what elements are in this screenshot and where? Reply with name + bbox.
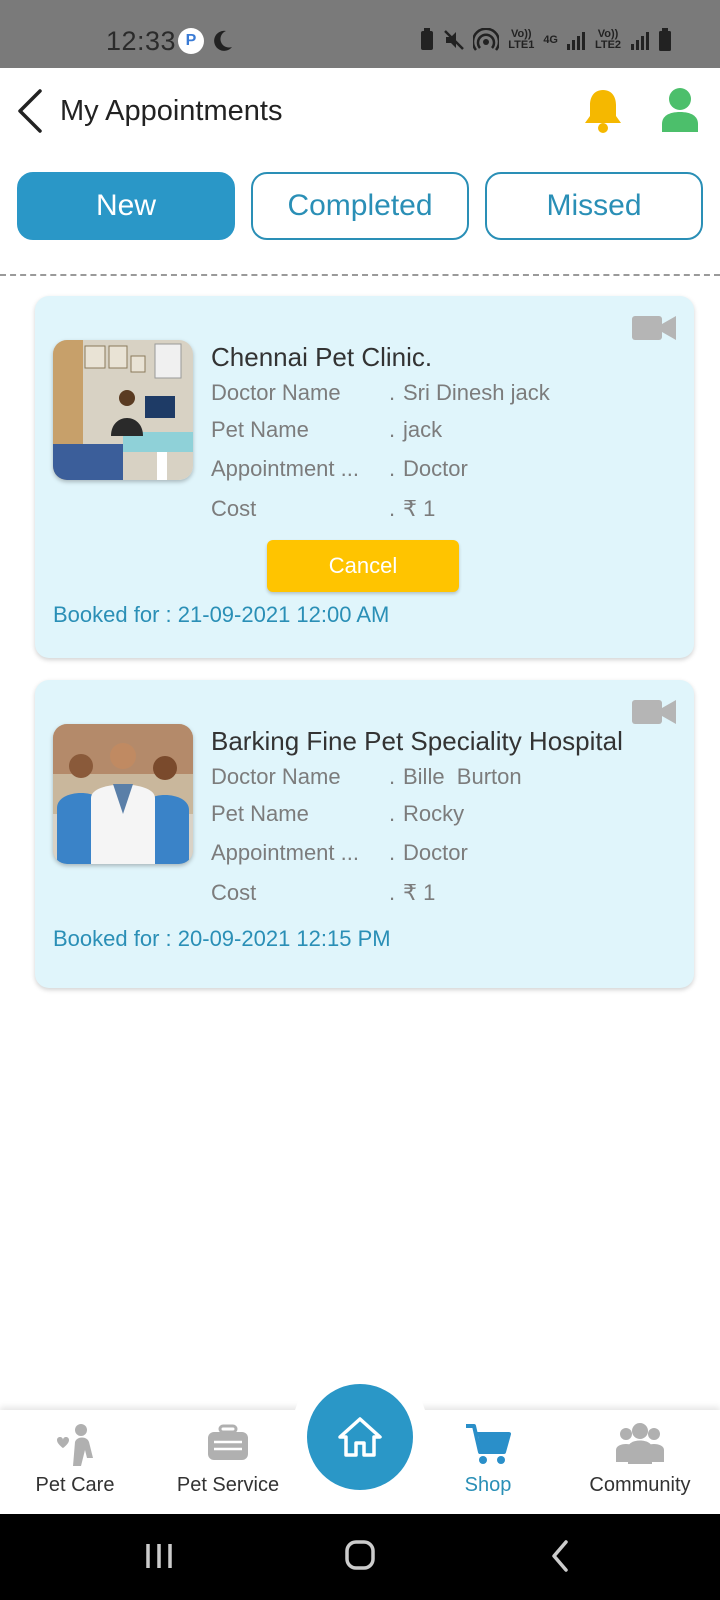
appointment-card[interactable]: Chennai Pet Clinic. Doctor Name . Sri Di… bbox=[35, 296, 694, 658]
detail-label: Cost bbox=[211, 496, 257, 521]
detail-value: Doctor bbox=[403, 456, 468, 481]
home-icon bbox=[338, 1417, 382, 1457]
detail-label: Doctor Name bbox=[211, 764, 341, 789]
detail-label: Appointment ... bbox=[211, 456, 359, 481]
back-system-icon[interactable] bbox=[536, 1534, 586, 1578]
video-call-icon[interactable] bbox=[632, 698, 676, 726]
detail-value: Bille Burton bbox=[403, 764, 522, 789]
status-bar: 12:33 P Vo)) LTE1 4G Vo)) LTE2 bbox=[0, 0, 720, 68]
detail-row-pet: Pet Name . jack bbox=[211, 417, 671, 447]
clinic-name: Barking Fine Pet Speciality Hospital bbox=[211, 726, 623, 756]
detail-label: Pet Name bbox=[211, 417, 309, 442]
booked-for: Booked for : 20-09-2021 12:15 PM bbox=[53, 926, 391, 952]
tab-missed[interactable]: Missed bbox=[485, 172, 703, 240]
network-label-2: 4G bbox=[543, 33, 558, 46]
detail-value: ₹ 1 bbox=[403, 496, 436, 521]
page-title: My Appointments bbox=[60, 95, 283, 127]
detail-value: Sri Dinesh jack bbox=[403, 380, 550, 405]
recent-apps-icon[interactable] bbox=[134, 1534, 184, 1578]
community-icon bbox=[616, 1423, 664, 1464]
booked-datetime: 20-09-2021 12:15 PM bbox=[177, 926, 391, 951]
signal-icon-2 bbox=[631, 32, 649, 50]
booked-for: Booked for : 21-09-2021 12:00 AM bbox=[53, 602, 389, 628]
booked-label: Booked for : bbox=[53, 602, 172, 627]
appointment-card[interactable]: Barking Fine Pet Speciality Hospital Doc… bbox=[35, 680, 694, 988]
video-call-icon[interactable] bbox=[632, 314, 676, 342]
home-button[interactable] bbox=[307, 1384, 413, 1490]
nav-community[interactable]: Community bbox=[570, 1410, 710, 1514]
battery-icon bbox=[659, 28, 671, 51]
do-not-disturb-moon-icon bbox=[214, 30, 232, 51]
detail-row-appointment: Appointment ... . Doctor bbox=[211, 456, 671, 486]
nav-pet-service[interactable]: Pet Service bbox=[158, 1410, 298, 1514]
tab-new[interactable]: New bbox=[17, 172, 235, 240]
detail-separator: . bbox=[389, 840, 396, 865]
detail-value: Rocky bbox=[403, 801, 465, 826]
cart-icon bbox=[466, 1424, 511, 1464]
appointment-tabs: New Completed Missed bbox=[17, 172, 703, 240]
booked-label: Booked for : bbox=[53, 926, 172, 951]
detail-separator: . bbox=[389, 417, 396, 442]
detail-value: ₹ 1 bbox=[403, 880, 436, 905]
nav-pet-care[interactable]: Pet Care bbox=[5, 1410, 145, 1514]
detail-label: Cost bbox=[211, 880, 257, 905]
cancel-button[interactable]: Cancel bbox=[267, 540, 459, 592]
detail-row-appointment: Appointment ... . Doctor bbox=[211, 840, 671, 870]
status-time: 12:33 bbox=[106, 26, 177, 56]
clinic-name: Chennai Pet Clinic. bbox=[211, 342, 433, 372]
detail-separator: . bbox=[389, 764, 396, 789]
tab-completed[interactable]: Completed bbox=[251, 172, 469, 240]
system-navigation-bar bbox=[0, 1514, 720, 1600]
detail-row-cost: Cost . ₹ 1 bbox=[211, 880, 671, 910]
pet-carrier-icon bbox=[208, 1424, 248, 1460]
clinic-photo bbox=[53, 724, 193, 864]
back-arrow-icon[interactable] bbox=[14, 86, 50, 136]
network-label-3: Vo)) LTE2 bbox=[594, 28, 622, 51]
detail-row-pet: Pet Name . Rocky bbox=[211, 801, 671, 831]
detail-separator: . bbox=[389, 380, 396, 405]
pet-care-icon bbox=[57, 1424, 93, 1466]
nav-shop[interactable]: Shop bbox=[418, 1410, 558, 1514]
mute-icon bbox=[444, 30, 465, 50]
nav-label: Shop bbox=[464, 1474, 512, 1496]
nav-label: Pet Care bbox=[35, 1474, 115, 1496]
detail-row-cost: Cost . ₹ 1 bbox=[211, 496, 671, 526]
app-notification-icon: P bbox=[178, 28, 204, 54]
battery-saver-icon bbox=[421, 28, 434, 50]
detail-row-doctor: Doctor Name . Sri Dinesh jack bbox=[211, 380, 671, 410]
nav-label: Pet Service bbox=[176, 1474, 280, 1496]
hotspot-icon bbox=[473, 28, 500, 51]
home-system-icon[interactable] bbox=[335, 1534, 385, 1578]
detail-value: Doctor bbox=[403, 840, 468, 865]
detail-label: Doctor Name bbox=[211, 380, 341, 405]
booked-datetime: 21-09-2021 12:00 AM bbox=[177, 602, 390, 627]
detail-separator: . bbox=[389, 801, 396, 826]
detail-separator: . bbox=[389, 880, 396, 905]
detail-label: Appointment ... bbox=[211, 840, 359, 865]
divider bbox=[0, 274, 720, 276]
detail-row-doctor: Doctor Name . Bille Burton bbox=[211, 764, 671, 794]
user-profile-icon[interactable] bbox=[660, 86, 700, 134]
nav-label: Community bbox=[589, 1474, 691, 1496]
detail-separator: . bbox=[389, 496, 396, 521]
detail-separator: . bbox=[389, 456, 396, 481]
clinic-photo bbox=[53, 340, 193, 480]
detail-label: Pet Name bbox=[211, 801, 309, 826]
app-header: My Appointments bbox=[0, 68, 720, 158]
notification-bell-icon[interactable] bbox=[582, 86, 624, 136]
detail-value: jack bbox=[403, 417, 443, 442]
network-label-1: Vo)) LTE1 bbox=[508, 28, 535, 51]
signal-icon bbox=[567, 32, 585, 50]
